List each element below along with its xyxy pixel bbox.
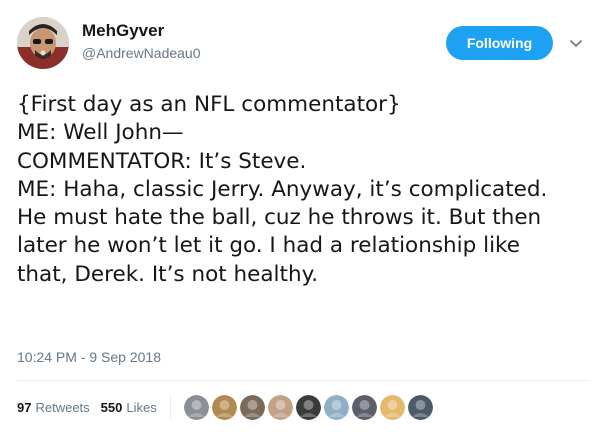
liker-avatars [183, 394, 436, 420]
liker-avatar-1[interactable] [183, 394, 209, 420]
tweet-stats: 97 Retweets 550 Likes [17, 394, 436, 420]
author-display-name[interactable]: MehGyver [82, 20, 201, 42]
liker-avatar-9[interactable] [407, 394, 433, 420]
author-handle[interactable]: @AndrewNadeau0 [82, 43, 201, 63]
divider [17, 380, 588, 381]
following-button[interactable]: Following [446, 26, 553, 60]
liker-avatar-3[interactable] [239, 394, 265, 420]
liker-avatar-8[interactable] [379, 394, 405, 420]
liker-avatar-6[interactable] [323, 394, 349, 420]
tweet-text: {First day as an NFL commentator} ME: We… [17, 92, 548, 287]
likes-label[interactable]: Likes [126, 400, 156, 415]
tweet-header: MehGyver @AndrewNadeau0 Following [17, 17, 589, 69]
author-names: MehGyver @AndrewNadeau0 [82, 20, 201, 63]
retweets-count[interactable]: 97 [17, 400, 31, 415]
author-avatar[interactable] [17, 17, 69, 69]
liker-avatar-2[interactable] [211, 394, 237, 420]
author-avatar-image [17, 17, 69, 69]
liker-avatar-5[interactable] [295, 394, 321, 420]
retweets-label[interactable]: Retweets [35, 400, 89, 415]
stats-separator [169, 395, 171, 419]
liker-avatar-7[interactable] [351, 394, 377, 420]
likes-count[interactable]: 550 [101, 400, 123, 415]
liker-avatar-4[interactable] [267, 394, 293, 420]
tweet-timestamp[interactable]: 10:24 PM - 9 Sep 2018 [17, 347, 161, 367]
chevron-down-icon[interactable] [566, 33, 586, 53]
